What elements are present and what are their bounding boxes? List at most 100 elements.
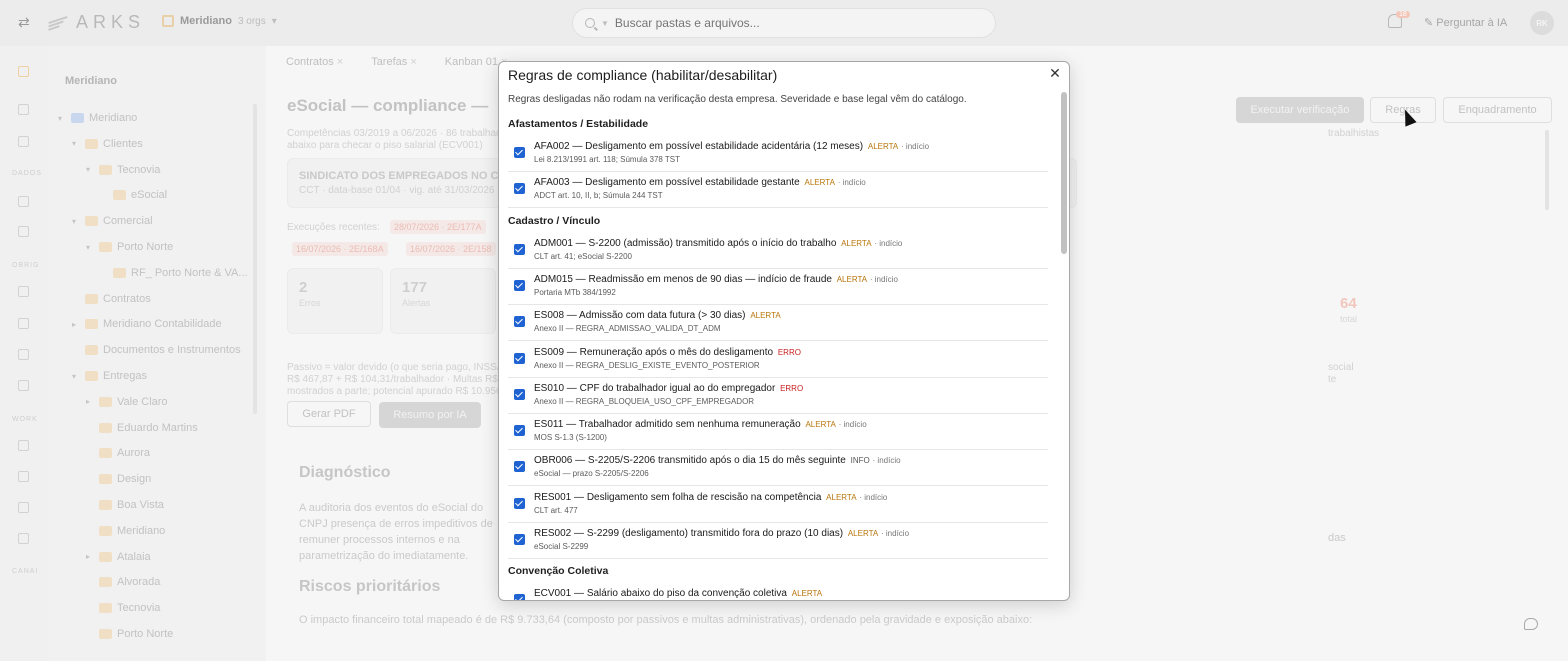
run-check-button[interactable]: Executar verificação [1236, 97, 1364, 123]
close-icon[interactable]: ✕ [1047, 66, 1063, 82]
search-bar[interactable]: ▼ [572, 8, 996, 38]
chevron-down-icon[interactable]: ▾ [86, 243, 94, 252]
rule-row[interactable]: ES010 — CPF do trabalhador igual ao do e… [508, 378, 1048, 414]
diagnostico-heading: Diagnóstico [299, 464, 391, 481]
tree-node[interactable]: RF_ Porto Norte & VA... [100, 267, 248, 279]
exec-chip[interactable]: 28/07/2026 · 2E/177A [390, 220, 486, 234]
settings-icon[interactable] [18, 380, 29, 391]
chevron-down-icon[interactable]: ▾ [86, 165, 94, 174]
tree-title: Meridiano [65, 75, 117, 87]
rule-checkbox[interactable] [514, 425, 525, 437]
swap-icon[interactable]: ⇄ [18, 14, 30, 31]
users-icon[interactable] [18, 318, 29, 329]
chart-icon[interactable] [18, 196, 29, 207]
tree-node[interactable]: Documentos e Instrumentos [72, 344, 241, 356]
calendar-icon[interactable] [18, 349, 29, 360]
brand-logo[interactable]: ARKS [47, 12, 145, 33]
ai-summary-button[interactable]: Resumo por IA [379, 402, 481, 428]
tab-tarefas[interactable]: Tarefas [371, 56, 417, 68]
tree-node[interactable]: ▾ Entregas [72, 370, 147, 382]
rule-row[interactable]: RES002 — S-2299 (desligamento) transmiti… [508, 523, 1048, 559]
rule-row[interactable]: ES008 — Admissão com data futura (> 30 d… [508, 305, 1048, 342]
tree-node[interactable]: eSocial [100, 189, 167, 201]
rule-checkbox[interactable] [514, 243, 525, 255]
tools-icon[interactable] [18, 286, 29, 297]
tree-node[interactable]: Meridiano [86, 525, 165, 537]
tree-node[interactable]: Alvorada [86, 576, 160, 588]
rule-checkbox[interactable] [514, 183, 525, 195]
rule-checkbox[interactable] [514, 594, 525, 600]
tree-scrollbar[interactable] [253, 104, 257, 414]
rule-checkbox[interactable] [514, 534, 525, 545]
rule-checkbox[interactable] [514, 352, 525, 364]
rule-checkbox[interactable] [514, 497, 525, 509]
chevron-down-icon[interactable]: ▾ [72, 139, 80, 148]
folder-icon[interactable] [18, 136, 29, 147]
rule-row[interactable]: ES009 — Remuneração após o mês do deslig… [508, 342, 1048, 378]
avatar[interactable]: RK [1530, 11, 1554, 35]
grid-icon[interactable] [18, 226, 29, 237]
modal-intro: Regras desligadas não rodam na verificaç… [508, 94, 967, 105]
tree-node[interactable]: ▸ Vale Claro [86, 396, 168, 408]
sindicato-sub: CCT · data-base 01/04 · vig. até 31/03/2… [299, 185, 495, 196]
tree-node[interactable]: Aurora [86, 447, 150, 459]
rule-checkbox[interactable] [514, 316, 525, 328]
severity-badge: ALERTA [836, 274, 868, 284]
tree-node[interactable]: Contratos [72, 293, 151, 305]
building-icon [162, 15, 174, 27]
tab-contratos[interactable]: Contratos [286, 56, 343, 68]
documents-icon[interactable] [18, 104, 29, 115]
rule-row[interactable]: AFA002 — Desligamento em possível estabi… [508, 136, 1048, 172]
chevron-right-icon[interactable]: ▸ [72, 320, 80, 329]
tree-node[interactable]: Tecnovia [86, 602, 160, 614]
ask-ai-button[interactable]: ✎ Perguntar à IA [1424, 16, 1507, 29]
tree-node[interactable]: Boa Vista [86, 499, 164, 511]
rule-row[interactable]: RES001 — Desligamento sem folha de resci… [508, 487, 1048, 523]
rule-text: Desligamento em possível estabilidade ac… [585, 141, 864, 152]
chevron-down-icon[interactable]: ▾ [72, 372, 80, 381]
rule-row[interactable]: OBR006 — S-2205/S-2206 transmitido após … [508, 450, 1048, 487]
generate-pdf-button[interactable]: Gerar PDF [287, 401, 371, 427]
search-input[interactable] [614, 16, 975, 30]
rule-checkbox[interactable] [514, 279, 525, 291]
chevron-down-icon[interactable]: ▾ [58, 114, 66, 123]
modal-scrollbar[interactable] [1061, 92, 1067, 254]
rule-checkbox[interactable] [514, 147, 525, 158]
page-scrollbar[interactable] [1545, 130, 1549, 210]
chevron-right-icon[interactable]: ▸ [86, 552, 94, 561]
tree-node[interactable]: Design [86, 473, 151, 485]
filter-icon[interactable]: ▼ [601, 19, 609, 28]
severity-badge: ERRO [777, 347, 801, 357]
chat-icon[interactable] [1524, 618, 1538, 630]
exec-chip[interactable]: 16/07/2026 · 2E/158 [406, 242, 496, 256]
rule-row[interactable]: ADM015 — Readmissão em menos de 90 dias … [508, 269, 1048, 305]
rule-row[interactable]: ECV001 — Salário abaixo do piso da conve… [508, 583, 1048, 600]
tree-node[interactable]: ▾ Tecnovia [86, 164, 160, 176]
star-icon[interactable] [18, 471, 29, 482]
tree-node[interactable]: ▾ Clientes [72, 138, 143, 150]
folder-icon [99, 525, 112, 536]
rule-row[interactable]: AFA003 — Desligamento em possível estabi… [508, 172, 1048, 209]
tree-node[interactable]: Eduardo Martins [86, 422, 198, 434]
rule-row[interactable]: ADM001 — S-2200 (admissão) transmitido a… [508, 233, 1048, 269]
tree-node[interactable]: ▾ Meridiano [58, 112, 137, 124]
chevron-down-icon[interactable]: ▾ [72, 217, 80, 226]
enquadramento-button[interactable]: Enquadramento [1443, 97, 1552, 123]
rule-checkbox[interactable] [514, 461, 525, 473]
exec-chip[interactable]: 16/07/2026 · 2E/168A [292, 242, 388, 256]
tree-node[interactable]: ▾ Comercial [72, 215, 153, 227]
tree-node[interactable]: ▸ Atalaia [86, 551, 151, 563]
rule-legal-basis: Lei 8.213/1991 art. 118; Súmula 378 TST [534, 155, 681, 164]
rule-row[interactable]: ES011 — Trabalhador admitido sem nenhuma… [508, 414, 1048, 451]
files-icon[interactable] [18, 66, 29, 77]
org-switcher[interactable]: Meridiano 3 orgs ▾ [162, 15, 277, 27]
tree-node-label: Tecnovia [117, 163, 161, 176]
check-icon[interactable] [18, 502, 29, 513]
tree-node[interactable]: ▸ Meridiano Contabilidade [72, 318, 222, 330]
rule-checkbox[interactable] [514, 388, 525, 400]
chevron-right-icon[interactable]: ▸ [86, 397, 94, 406]
task-icon[interactable] [18, 440, 29, 451]
tree-node[interactable]: Porto Norte [86, 628, 173, 640]
mail-icon[interactable] [18, 533, 29, 544]
tree-node[interactable]: ▾ Porto Norte [86, 241, 173, 253]
